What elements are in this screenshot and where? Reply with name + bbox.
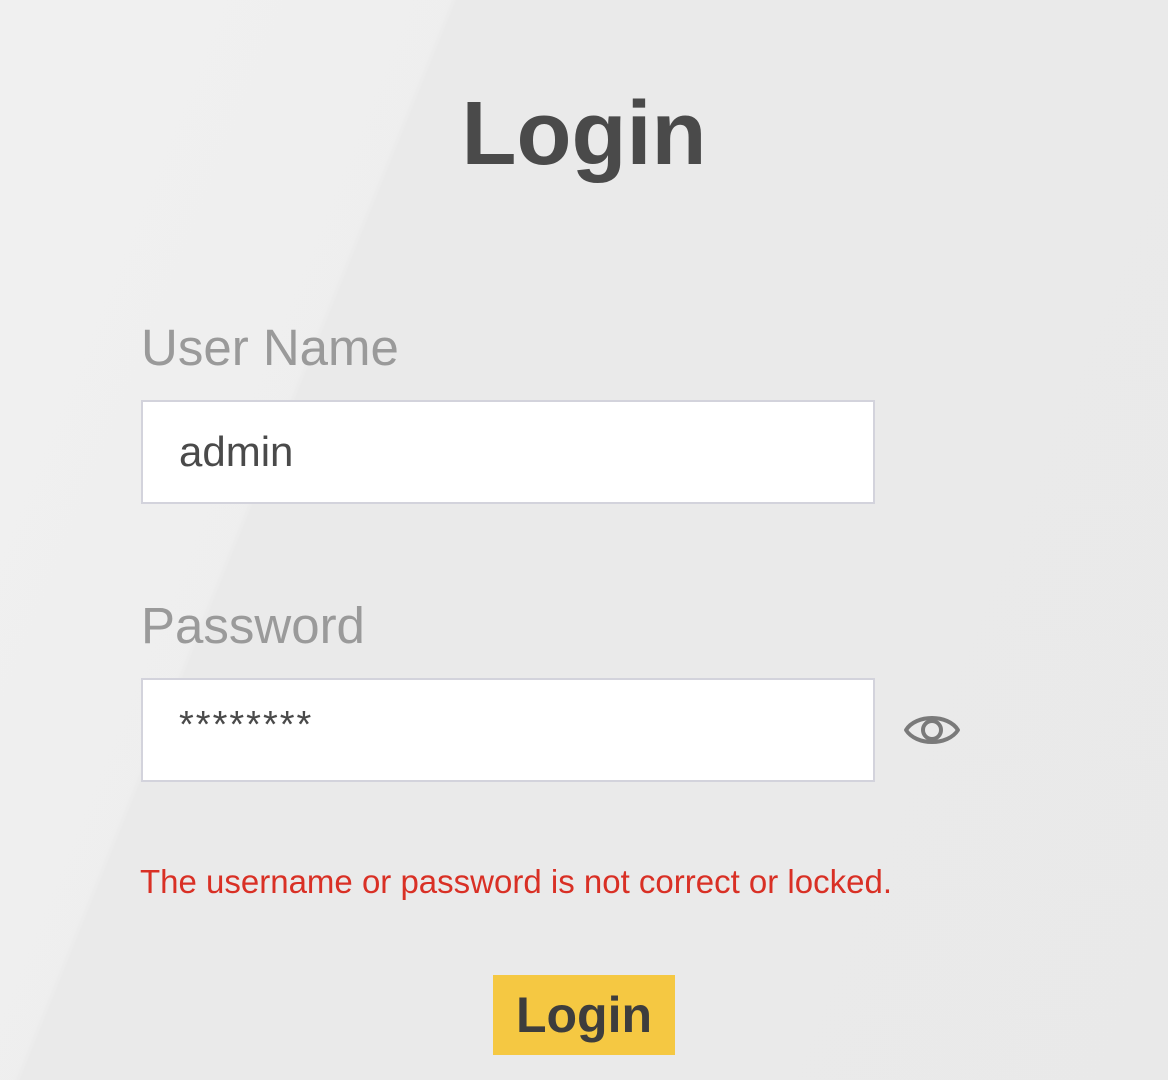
username-value: admin xyxy=(179,428,294,475)
username-field[interactable]: admin xyxy=(141,400,875,504)
eye-icon[interactable] xyxy=(902,705,962,755)
password-value: ******** xyxy=(179,704,314,746)
password-label: Password xyxy=(141,597,365,654)
error-message: The username or password is not correct … xyxy=(140,863,892,900)
password-field[interactable]: ******** xyxy=(141,678,875,782)
username-label: User Name xyxy=(141,319,399,376)
login-page: Login User Name admin Password ******** … xyxy=(0,0,1168,1080)
page-title: Login xyxy=(461,84,707,184)
login-button[interactable]: Login xyxy=(493,975,675,1055)
